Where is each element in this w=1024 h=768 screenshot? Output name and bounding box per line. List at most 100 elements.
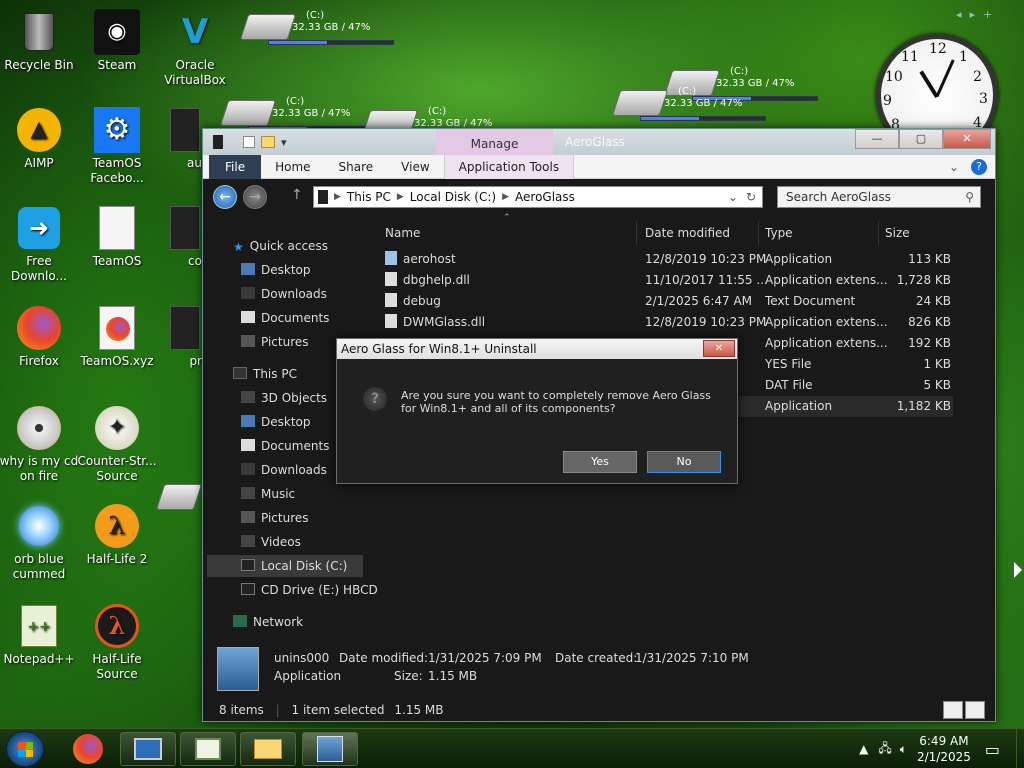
file-type: Application <box>765 252 833 266</box>
maximize-button[interactable]: ▢ <box>899 129 943 149</box>
desktop-icon-partial-pr[interactable]: pr <box>150 304 202 369</box>
taskbar-notepad-window[interactable] <box>180 732 236 766</box>
tab-application-tools[interactable]: Application Tools <box>443 154 575 179</box>
tab-share[interactable]: Share <box>325 155 388 179</box>
drive-label: (C:) <box>428 106 447 117</box>
uninstall-dialog[interactable]: Aero Glass for Win8.1+ Uninstall ✕ ? Are… <box>336 338 738 484</box>
new-folder-icon[interactable] <box>261 136 275 148</box>
yes-button[interactable]: Yes <box>563 451 637 473</box>
nav-cd-drive[interactable]: CD Drive (E:) HBCD <box>207 579 378 601</box>
start-button[interactable] <box>6 731 44 767</box>
nav-local-disk[interactable]: Local Disk (C:) <box>207 555 363 577</box>
desktop-icon-half-life-source[interactable]: λ Half-Life Source <box>76 602 158 682</box>
show-desktop-button[interactable] <box>1016 729 1024 768</box>
drive-usage-fill <box>641 117 700 120</box>
file-row[interactable]: dbghelp.dll 11/10/2017 11:55 ... Applica… <box>379 270 953 291</box>
breadcrumb-local-disk[interactable]: Local Disk (C:) <box>404 190 502 204</box>
dialog-close-button[interactable]: ✕ <box>703 340 735 357</box>
minimize-button[interactable]: — <box>855 129 899 149</box>
desktop-icon-recycle-bin[interactable]: Recycle Bin <box>0 8 80 73</box>
breadcrumb-aeroglass[interactable]: AeroGlass <box>509 190 581 204</box>
desktop-icon-teamos-xyz[interactable]: TeamOS.xyz <box>76 304 158 369</box>
desktop-icon-counter-strike[interactable]: ✦ Counter-Str... Source <box>76 404 158 484</box>
desktop-icon-label: why is my cd on fire <box>0 454 79 483</box>
desktop-icon-label: Free Downlo... <box>11 254 67 283</box>
column-header-date-modified[interactable]: Date modified <box>639 221 759 245</box>
desktop-icon-steam[interactable]: ◉ Steam <box>76 8 158 73</box>
chevron-down-icon[interactable]: ▾ <box>281 136 287 149</box>
explorer-app-icon[interactable] <box>213 135 223 149</box>
network-icon <box>233 615 247 627</box>
gadget-controls[interactable]: ◂▸+ <box>956 8 1000 21</box>
search-input[interactable]: Search AeroGlass <box>786 190 891 204</box>
nav-quick-access[interactable]: ★ Quick access <box>207 235 363 257</box>
details-view-icon[interactable] <box>943 701 963 719</box>
address-bar[interactable]: ▶ This PC ▶ Local Disk (C:) ▶ AeroGlass … <box>313 186 763 208</box>
network-tray-icon[interactable]: 🖧 <box>878 739 891 760</box>
column-header-name[interactable]: Name <box>379 221 637 245</box>
up-arrow-icon[interactable]: ↑ <box>291 187 303 203</box>
file-name: dbghelp.dll <box>403 273 470 287</box>
ribbon-context-manage[interactable]: Manage <box>436 129 553 155</box>
action-center-icon[interactable]: ▭ <box>985 740 1000 759</box>
desktop-icon-virtualbox[interactable]: V Oracle VirtualBox <box>154 8 236 88</box>
file-row[interactable]: aerohost 12/8/2019 10:23 PM Application … <box>379 249 953 270</box>
nav-pictures[interactable]: Pictures <box>207 507 363 529</box>
nav-documents[interactable]: Documents <box>207 307 363 329</box>
breadcrumb-this-pc[interactable]: This PC <box>341 190 397 204</box>
details-date-created-label: Date created: <box>555 651 638 665</box>
large-icons-view-icon[interactable] <box>965 701 985 719</box>
drive-gadget[interactable] <box>155 480 204 524</box>
nav-videos[interactable]: Videos <box>207 531 363 553</box>
desktop-icon-cd-on-fire[interactable]: why is my cd on fire <box>0 404 80 484</box>
desktop-icon-teamos[interactable]: TeamOS <box>76 204 158 269</box>
file-row[interactable]: debug 2/1/2025 6:47 AM Text Document 24 … <box>379 291 953 312</box>
search-box[interactable]: Search AeroGlass ⚲ <box>777 186 981 208</box>
file-type: DAT File <box>765 378 813 392</box>
nav-music[interactable]: Music <box>207 483 363 505</box>
properties-icon[interactable] <box>243 136 255 148</box>
file-row[interactable]: DWMGlass.dll 12/8/2019 10:23 PM Applicat… <box>379 312 953 333</box>
desktop-icon-aimp[interactable]: ▲ AIMP <box>0 106 80 171</box>
no-button[interactable]: No <box>647 451 721 473</box>
desktop-icon-label: Firefox <box>19 354 59 368</box>
refresh-icon[interactable]: ↻ <box>746 190 756 204</box>
taskbar-uninstaller[interactable] <box>302 732 358 766</box>
desktop-icon-notepad-plus-plus[interactable]: ++ Notepad++ <box>0 602 80 667</box>
file-size: 5 KB <box>923 378 951 392</box>
desktop-icon-partial-co[interactable]: co <box>150 204 202 269</box>
desktop-icon-half-life-2[interactable]: λ Half-Life 2 <box>76 502 158 567</box>
nav-desktop[interactable]: Desktop <box>207 259 363 281</box>
show-hidden-icons-icon[interactable]: ▲ <box>859 742 868 756</box>
desktop-icon-orb[interactable]: orb blue cummed <box>0 502 80 582</box>
tab-view[interactable]: View <box>387 155 443 179</box>
nav-network[interactable]: Network <box>207 611 363 633</box>
back-arrow-icon[interactable]: ← <box>213 185 237 209</box>
close-button[interactable]: ✕ <box>943 129 991 149</box>
address-dropdown-icon[interactable]: ⌄ <box>728 190 738 204</box>
help-icon[interactable]: ? <box>971 159 987 175</box>
taskbar-firefox[interactable] <box>66 732 110 766</box>
taskbar-file-explorer[interactable] <box>240 732 296 766</box>
desktop-icon-free-download[interactable]: ➜ Free Downlo... <box>0 204 80 284</box>
column-header-type[interactable]: Type <box>759 221 879 245</box>
desktop-icon-firefox[interactable]: Firefox <box>0 304 80 369</box>
tab-file[interactable]: File <box>209 154 262 179</box>
documents-icon <box>241 439 255 451</box>
volume-icon[interactable]: 🔈︎ <box>900 742 907 757</box>
explorer-titlebar[interactable]: ▾ Manage AeroGlass — ▢ ✕ <box>203 129 995 155</box>
nav-downloads[interactable]: Downloads <box>207 283 363 305</box>
aimp-icon: ▲ <box>15 106 63 154</box>
file-size: 1,182 KB <box>896 399 951 413</box>
desktop-icon-teamos-facebook[interactable]: ⚙ TeamOS Facebo... <box>76 106 158 186</box>
drive-gadget[interactable]: (C:) 32.33 GB / 47% <box>611 86 766 130</box>
taskbar-remote-desktop[interactable] <box>120 732 176 766</box>
desktop-icon-partial-au[interactable]: au <box>150 106 202 171</box>
forward-arrow-icon[interactable]: → <box>243 185 267 209</box>
desktop-icon-label: Half-Life 2 <box>86 552 148 566</box>
column-header-size[interactable]: Size <box>879 221 959 245</box>
clock[interactable]: 6:49 AM 2/1/2025 <box>917 733 971 765</box>
tab-home[interactable]: Home <box>261 155 324 179</box>
drive-gadget[interactable]: (C:) 32.33 GB / 47% <box>239 10 394 54</box>
ribbon-expand-icon[interactable]: ⌄ <box>949 160 959 174</box>
